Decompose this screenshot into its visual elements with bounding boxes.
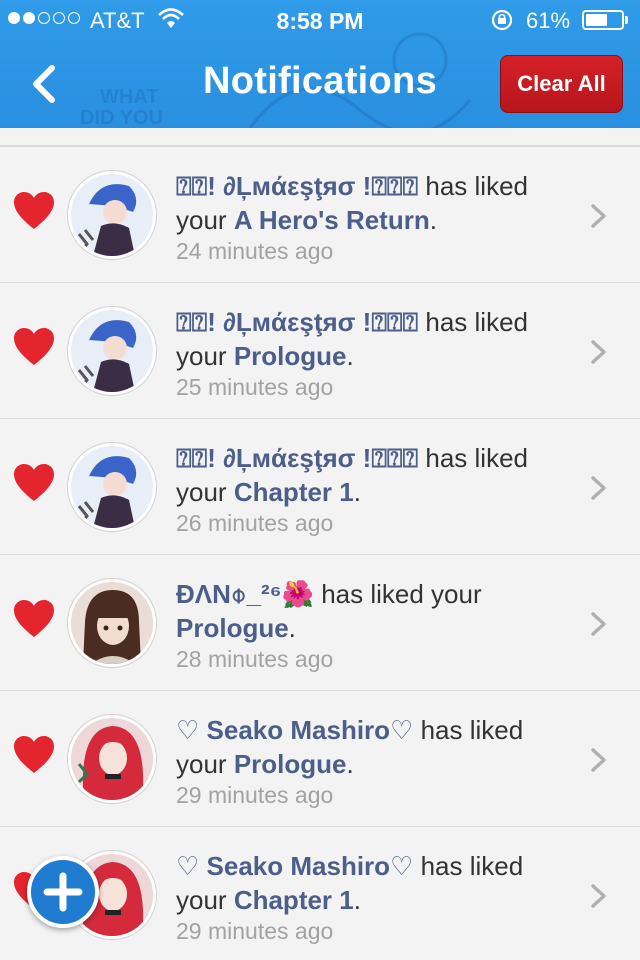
- notification-text: ⍰⍰! ∂Ļмάεşţяσ !⍰⍰⍰ has liked your A Hero…: [176, 169, 566, 265]
- notification-action: has liked your: [321, 579, 482, 609]
- header-bar: WHAT DID YOU AT&T 8:58 PM 61% Notificati…: [0, 0, 640, 128]
- story-link[interactable]: Chapter 1: [234, 885, 354, 915]
- battery-percent: 61%: [526, 8, 571, 33]
- story-link[interactable]: A Hero's Return: [234, 205, 430, 235]
- user-name-link[interactable]: ♡ Seako Mashiro♡: [176, 715, 413, 745]
- svg-text:DID YOU: DID YOU: [80, 107, 163, 128]
- heart-icon: [14, 328, 54, 365]
- notification-text: ♡ Seako Mashiro♡ has liked your Prologue…: [176, 713, 566, 809]
- heart-icon: [14, 600, 54, 637]
- clear-all-button[interactable]: Clear All: [500, 55, 623, 113]
- notification-row[interactable]: ⍰⍰! ∂Ļмάεşţяσ !⍰⍰⍰ has liked your A Hero…: [0, 147, 640, 283]
- story-link[interactable]: Prologue: [234, 749, 347, 779]
- avatar[interactable]: [68, 307, 156, 395]
- story-link[interactable]: Prologue: [176, 613, 289, 643]
- chevron-right-icon: [591, 476, 606, 500]
- rotation-lock-icon: [491, 9, 513, 31]
- chevron-right-icon: [591, 748, 606, 772]
- story-link[interactable]: Prologue: [234, 341, 347, 371]
- chevron-right-icon: [591, 884, 606, 908]
- time-ago: 28 minutes ago: [176, 646, 334, 672]
- time-ago: 29 minutes ago: [176, 782, 334, 808]
- notifications-screen: WHAT DID YOU AT&T 8:58 PM 61% Notificati…: [0, 0, 640, 960]
- user-name-link[interactable]: ⍰⍰! ∂Ļмάεşţяσ !⍰⍰⍰: [176, 171, 418, 201]
- avatar[interactable]: [68, 443, 156, 531]
- notification-text: ♡ Seako Mashiro♡ has liked your Chapter …: [176, 849, 566, 945]
- avatar[interactable]: [68, 171, 156, 259]
- notification-row[interactable]: ♡ Seako Mashiro♡ has liked your Prologue…: [0, 691, 640, 827]
- notification-row[interactable]: ⍰⍰! ∂Ļмάεşţяσ !⍰⍰⍰ has liked your Chapte…: [0, 419, 640, 555]
- heart-icon: [14, 736, 54, 773]
- chevron-right-icon: [591, 340, 606, 364]
- user-name-link[interactable]: ÐΛΝ⌽_²⁶🌺: [176, 579, 314, 609]
- battery-icon: [582, 10, 624, 30]
- time-ago: 24 minutes ago: [176, 238, 334, 264]
- chevron-right-icon: [591, 204, 606, 228]
- status-bar: AT&T 8:58 PM 61%: [0, 0, 640, 40]
- avatar[interactable]: [68, 579, 156, 667]
- plus-icon: [43, 872, 83, 912]
- time-ago: 29 minutes ago: [176, 918, 334, 944]
- time-ago: 25 minutes ago: [176, 374, 334, 400]
- battery-level-fill: [586, 14, 607, 26]
- battery-tip: [625, 16, 628, 24]
- user-name-link[interactable]: ⍰⍰! ∂Ļмάεşţяσ !⍰⍰⍰: [176, 443, 418, 473]
- story-link[interactable]: Chapter 1: [234, 477, 354, 507]
- heart-icon: [14, 464, 54, 501]
- notification-text: ⍰⍰! ∂Ļмάεşţяσ !⍰⍰⍰ has liked your Prolog…: [176, 305, 566, 401]
- user-name-link[interactable]: ⍰⍰! ∂Ļмάεşţяσ !⍰⍰⍰: [176, 307, 418, 337]
- chevron-right-icon: [591, 612, 606, 636]
- avatar[interactable]: [68, 715, 156, 803]
- notification-row[interactable]: ÐΛΝ⌽_²⁶🌺 has liked your Prologue. 28 min…: [0, 555, 640, 691]
- heart-icon: [14, 192, 54, 229]
- notification-text: ⍰⍰! ∂Ļмάεşţяσ !⍰⍰⍰ has liked your Chapte…: [176, 441, 566, 537]
- add-button[interactable]: [27, 856, 99, 928]
- notification-text: ÐΛΝ⌽_²⁶🌺 has liked your Prologue. 28 min…: [176, 577, 566, 673]
- user-name-link[interactable]: ♡ Seako Mashiro♡: [176, 851, 413, 881]
- time-ago: 26 minutes ago: [176, 510, 334, 536]
- notification-row[interactable]: ⍰⍰! ∂Ļмάεşţяσ !⍰⍰⍰ has liked your Prolog…: [0, 283, 640, 419]
